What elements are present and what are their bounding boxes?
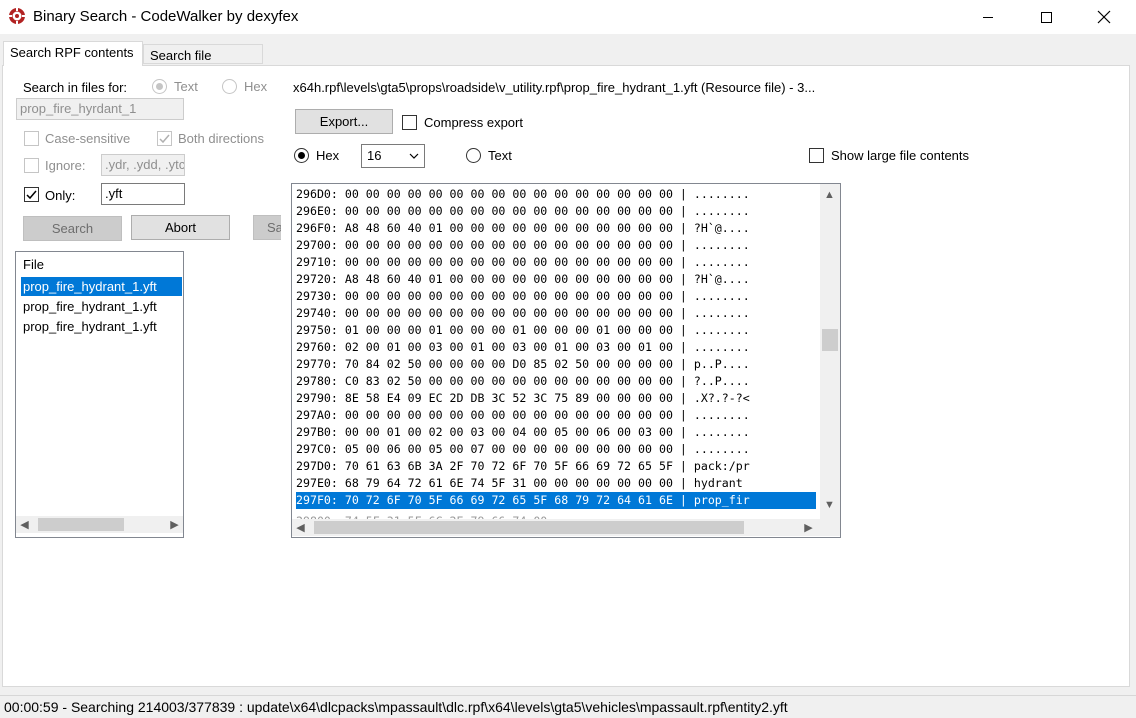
hex-line[interactable]: 29760: 02 00 01 00 03 00 01 00 03 00 01 … [296, 339, 816, 356]
window-title: Binary Search - CodeWalker by dexyfex [33, 8, 299, 25]
codewalker-app-icon [8, 7, 26, 25]
both-directions-label: Both directions [178, 131, 264, 146]
compress-export-label: Compress export [424, 115, 523, 130]
hex-vertical-scrollbar[interactable]: ▲ ▼ [820, 184, 840, 520]
hex-line[interactable]: 296F0: A8 48 60 40 01 00 00 00 00 00 00 … [296, 220, 816, 237]
hex-line[interactable]: 29730: 00 00 00 00 00 00 00 00 00 00 00 … [296, 288, 816, 305]
hex-line[interactable]: 296E0: 00 00 00 00 00 00 00 00 00 00 00 … [296, 203, 816, 220]
case-sensitive-checkbox[interactable] [24, 131, 39, 146]
search-button[interactable]: Search [23, 216, 122, 241]
hex-line[interactable]: 297D0: 70 61 63 6B 3A 2F 70 72 6F 70 5F … [296, 458, 816, 475]
file-path-label: x64h.rpf\levels\gta5\props\roadside\v_ut… [293, 80, 816, 95]
case-sensitive-label: Case-sensitive [45, 131, 131, 146]
show-large-file-label: Show large file contents [831, 148, 970, 163]
tab-search-rpf-contents[interactable]: Search RPF contents [3, 41, 143, 66]
hex-line[interactable]: 29780: C0 83 02 50 00 00 00 00 00 00 00 … [296, 373, 816, 390]
minimize-icon [983, 17, 993, 18]
scroll-up-icon[interactable]: ▲ [821, 186, 838, 203]
results-list[interactable]: File prop_fire_hydrant_1.yft prop_fire_h… [15, 251, 184, 538]
hex-line[interactable]: 297F0: 70 72 6F 70 5F 66 69 72 65 5F 68 … [296, 492, 816, 509]
hex-line[interactable]: 297A0: 00 00 00 00 00 00 00 00 00 00 00 … [296, 407, 816, 424]
mode-hex-radio[interactable] [222, 79, 237, 94]
hex-line[interactable]: 296D0: 00 00 00 00 00 00 00 00 00 00 00 … [296, 186, 816, 203]
mode-hex-label: Hex [244, 79, 268, 94]
scroll-left-icon[interactable]: ◀ [292, 519, 309, 536]
scroll-down-icon[interactable]: ▼ [821, 496, 838, 513]
results-column-header[interactable]: File [23, 257, 44, 272]
hex-line[interactable]: 29750: 01 00 00 00 01 00 00 00 01 00 00 … [296, 322, 816, 339]
search-in-label: Search in files for: [23, 80, 128, 95]
hex-line[interactable]: 29740: 00 00 00 00 00 00 00 00 00 00 00 … [296, 305, 816, 322]
only-checkbox[interactable] [24, 187, 39, 202]
hex-line[interactable]: 297C0: 05 00 06 00 05 00 07 00 00 00 00 … [296, 441, 816, 458]
hex-line[interactable]: 297B0: 00 00 01 00 02 00 03 00 04 00 05 … [296, 424, 816, 441]
scrollbar-thumb[interactable] [38, 518, 124, 531]
tab-search-file-system[interactable]: Search file system [143, 44, 263, 78]
checkmark-icon [26, 190, 37, 200]
hex-view-label: Hex [316, 148, 340, 163]
only-extensions-input[interactable]: .yft [101, 183, 185, 205]
hex-line[interactable]: 29720: A8 48 60 40 01 00 00 00 00 00 00 … [296, 271, 816, 288]
maximize-icon [1041, 12, 1052, 23]
scroll-right-icon[interactable]: ▶ [800, 519, 817, 536]
show-large-file-checkbox[interactable] [809, 148, 824, 163]
text-view-label: Text [488, 148, 512, 163]
ignore-label: Ignore: [45, 158, 86, 173]
results-horizontal-scrollbar[interactable]: ◀ ▶ [16, 516, 183, 533]
mode-text-label: Text [174, 79, 198, 94]
mode-text-radio[interactable] [152, 79, 167, 94]
bytes-per-line-value: 16 [367, 148, 382, 163]
ignore-checkbox[interactable] [24, 158, 39, 173]
save-results-button[interactable]: Sa [253, 215, 281, 240]
abort-button[interactable]: Abort [131, 215, 230, 240]
export-button[interactable]: Export... [295, 109, 393, 134]
minimize-button[interactable] [959, 0, 1017, 34]
list-item[interactable]: prop_fire_hydrant_1.yft [21, 277, 182, 296]
list-item[interactable]: prop_fire_hydrant_1.yft [21, 317, 183, 336]
status-bar: 00:00:59 - Searching 214003/377839 : upd… [0, 695, 1136, 718]
chevron-down-icon [409, 153, 419, 159]
scroll-left-icon[interactable]: ◀ [16, 516, 33, 533]
only-label: Only: [45, 188, 76, 203]
hex-line[interactable]: 29770: 70 84 02 50 00 00 00 00 D0 85 02 … [296, 356, 816, 373]
search-query-input[interactable]: prop_fire_hyrdant_1 [16, 98, 184, 120]
scrollbar-thumb[interactable] [822, 329, 838, 351]
bytes-per-line-select[interactable]: 16 [361, 144, 425, 168]
text-view-radio[interactable] [466, 148, 481, 163]
checkmark-icon [159, 134, 170, 144]
both-directions-checkbox[interactable] [157, 131, 172, 146]
ignore-extensions-input[interactable]: .ydr, .ydd, .ytc [101, 154, 185, 176]
hex-view-radio[interactable] [294, 148, 309, 163]
hex-line[interactable]: 29790: 8E 58 E4 09 EC 2D DB 3C 52 3C 75 … [296, 390, 816, 407]
hex-horizontal-scrollbar[interactable]: ◀ ▶ [292, 519, 840, 536]
compress-export-checkbox[interactable] [402, 115, 417, 130]
close-button[interactable] [1075, 0, 1133, 34]
maximize-button[interactable] [1017, 0, 1075, 34]
list-item[interactable]: prop_fire_hydrant_1.yft [21, 297, 183, 316]
close-icon [1097, 10, 1111, 24]
hex-line[interactable]: 29700: 00 00 00 00 00 00 00 00 00 00 00 … [296, 237, 816, 254]
scroll-right-icon[interactable]: ▶ [166, 516, 183, 533]
hex-line[interactable]: 29710: 00 00 00 00 00 00 00 00 00 00 00 … [296, 254, 816, 271]
hex-viewer[interactable]: 296D0: 00 00 00 00 00 00 00 00 00 00 00 … [291, 183, 841, 538]
title-bar: Binary Search - CodeWalker by dexyfex [0, 0, 1136, 34]
hex-line[interactable]: 297E0: 68 79 64 72 61 6E 74 5F 31 00 00 … [296, 475, 816, 492]
scrollbar-thumb[interactable] [314, 521, 744, 534]
